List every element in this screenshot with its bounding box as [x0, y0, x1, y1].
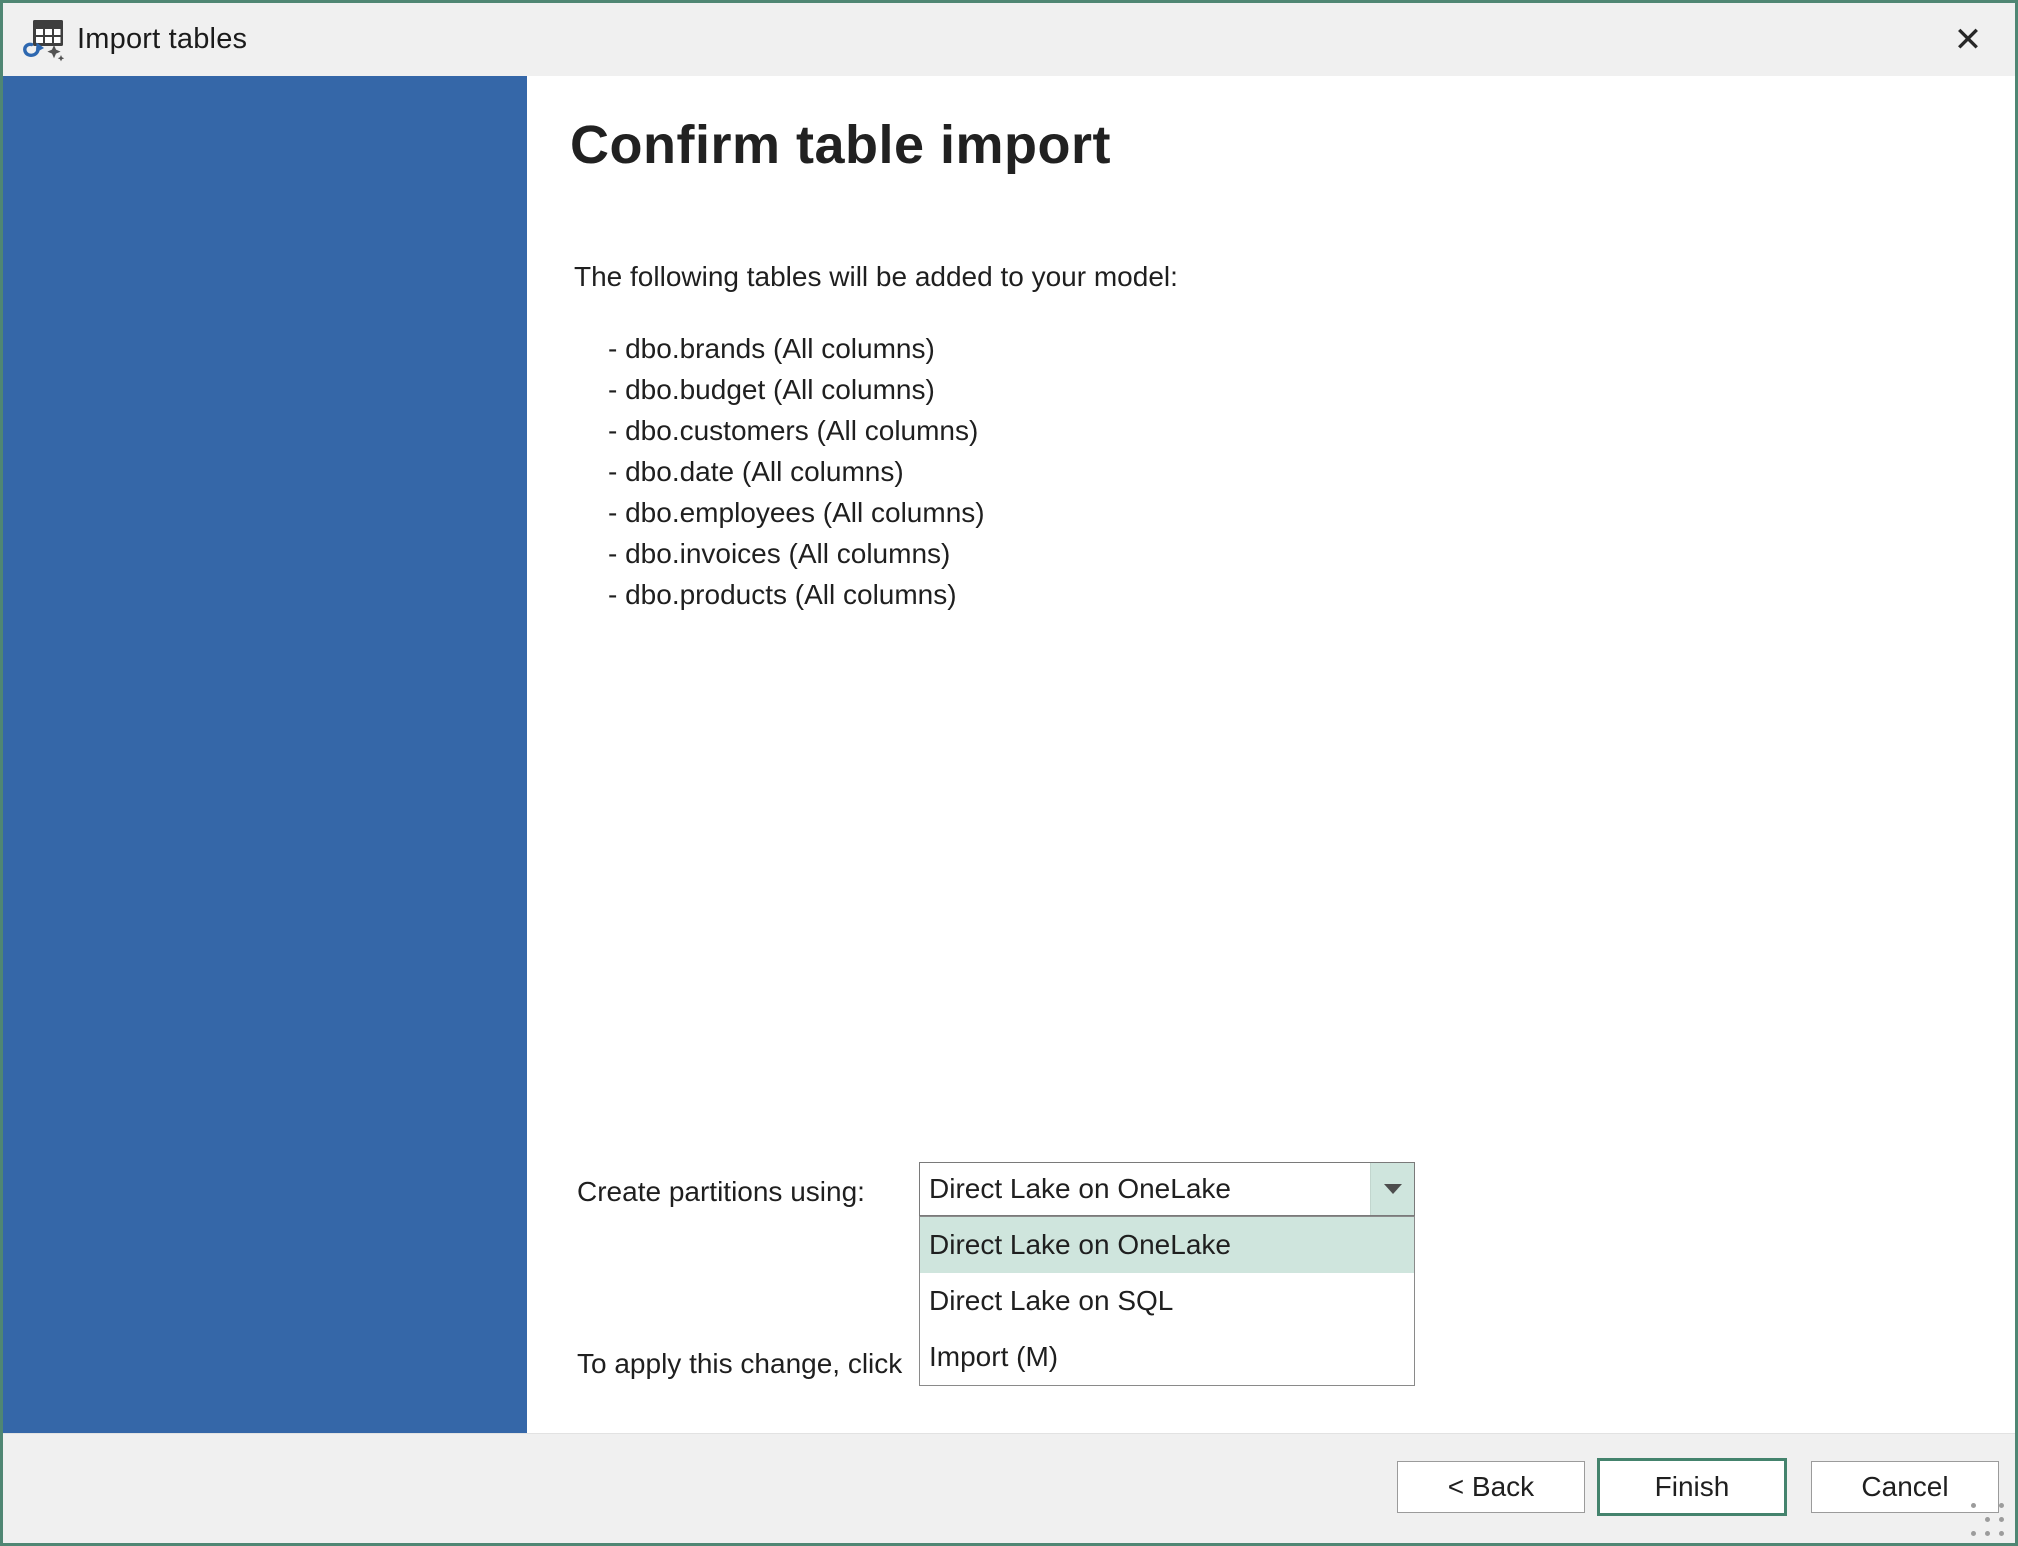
table-list-item: - dbo.brands (All columns) — [608, 328, 985, 369]
combobox-selected-value: Direct Lake on OneLake — [920, 1173, 1370, 1205]
page-title: Confirm table import — [570, 114, 1111, 176]
dialog-content: Confirm table import The following table… — [3, 76, 2015, 1433]
create-partitions-label: Create partitions using: — [577, 1176, 865, 1208]
window-title: Import tables — [77, 23, 247, 56]
import-tables-dialog: Import tables ✕ Confirm table import The… — [0, 0, 2018, 1546]
chevron-down-icon[interactable] — [1370, 1163, 1414, 1215]
table-list-item: - dbo.employees (All columns) — [608, 492, 985, 533]
table-list-item: - dbo.invoices (All columns) — [608, 533, 985, 574]
titlebar: Import tables ✕ — [3, 3, 2015, 76]
main-panel: Confirm table import The following table… — [527, 76, 2015, 1433]
import-tables-icon — [21, 17, 67, 63]
dropdown-option-direct-lake-onelake[interactable]: Direct Lake on OneLake — [920, 1217, 1414, 1273]
table-list-item: - dbo.budget (All columns) — [608, 369, 985, 410]
partition-mode-combobox[interactable]: Direct Lake on OneLake — [919, 1162, 1415, 1216]
table-list-item: - dbo.date (All columns) — [608, 451, 985, 492]
wizard-sidebar-panel — [3, 76, 527, 1433]
apply-change-note: To apply this change, click — [577, 1348, 902, 1380]
footer-bar: < Back Finish Cancel — [3, 1433, 2015, 1543]
dropdown-option-import-m[interactable]: Import (M) — [920, 1329, 1414, 1385]
resize-grip-icon[interactable] — [1965, 1495, 2009, 1539]
back-button[interactable]: < Back — [1397, 1461, 1585, 1513]
table-list-item: - dbo.customers (All columns) — [608, 410, 985, 451]
intro-text: The following tables will be added to yo… — [574, 261, 1178, 293]
finish-button[interactable]: Finish — [1597, 1458, 1787, 1516]
table-list-item: - dbo.products (All columns) — [608, 574, 985, 615]
partition-mode-dropdown-list: Direct Lake on OneLake Direct Lake on SQ… — [919, 1216, 1415, 1386]
table-list: - dbo.brands (All columns) - dbo.budget … — [608, 328, 985, 615]
dropdown-option-direct-lake-sql[interactable]: Direct Lake on SQL — [920, 1273, 1414, 1329]
close-icon[interactable]: ✕ — [1943, 17, 1993, 63]
